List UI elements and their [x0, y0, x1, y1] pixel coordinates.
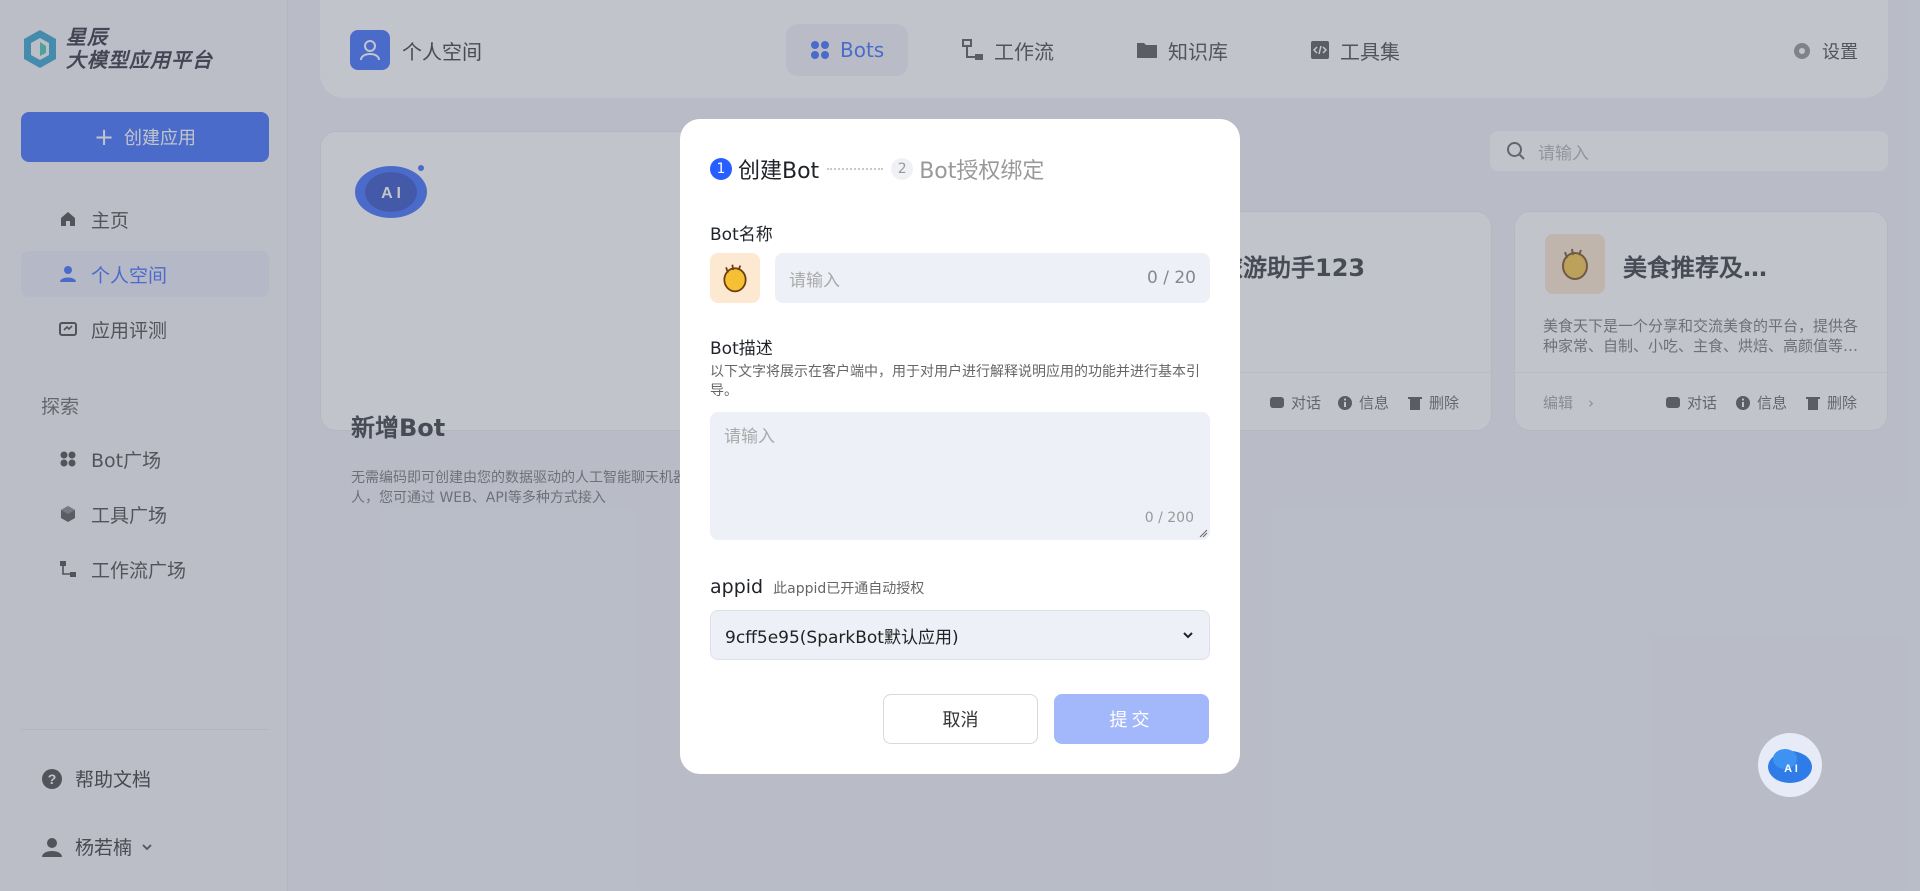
bot-desc-placeholder: 请输入 — [724, 427, 775, 447]
bot-name-counter: 0 / 20 — [1147, 268, 1196, 288]
clap-icon — [723, 264, 747, 293]
chevron-down-icon — [1183, 632, 1193, 639]
bot-desc-label: Bot描述 — [710, 339, 773, 359]
bot-desc-counter: 0 / 200 — [1144, 510, 1194, 526]
bot-avatar-picker[interactable] — [710, 253, 760, 303]
cancel-button[interactable]: 取消 — [883, 694, 1038, 744]
create-bot-dialog: 1 创建Bot 2 Bot授权绑定 Bot名称 请输入 0 / 20 Bot描述… — [680, 119, 1240, 774]
bot-name-input[interactable]: 请输入 0 / 20 — [775, 253, 1210, 303]
appid-sub-label: 此appid已开通自动授权 — [773, 581, 925, 597]
ai-assistant-icon: A I — [1768, 749, 1812, 783]
resize-handle-icon[interactable] — [1198, 528, 1208, 538]
step-1-number: 1 — [710, 158, 732, 180]
step-connector — [827, 168, 884, 170]
bot-name-label: Bot名称 — [710, 225, 773, 245]
appid-row: appid 此appid已开通自动授权 — [710, 576, 924, 598]
step-1-label: 创建Bot — [738, 159, 820, 184]
bot-name-placeholder: 请输入 — [789, 270, 840, 291]
step-indicator: 1 创建Bot 2 Bot授权绑定 — [710, 153, 1044, 185]
step-2-label: Bot授权绑定 — [919, 159, 1045, 184]
floating-ai-assistant[interactable]: A I — [1758, 733, 1822, 797]
step-2-number: 2 — [891, 158, 914, 180]
appid-select[interactable]: 9cff5e95(SparkBot默认应用) — [710, 610, 1210, 660]
bot-desc-hint: 以下文字将展示在客户端中，用于对用户进行解释说明应用的功能并进行基本引导。 — [710, 364, 1200, 399]
appid-label: appid — [710, 576, 764, 598]
appid-value: 9cff5e95(SparkBot默认应用) — [725, 627, 959, 648]
svg-text:A I: A I — [1784, 763, 1798, 775]
submit-button[interactable]: 提交 — [1054, 694, 1209, 744]
bot-desc-textarea[interactable]: 请输入 0 / 200 — [710, 412, 1210, 540]
